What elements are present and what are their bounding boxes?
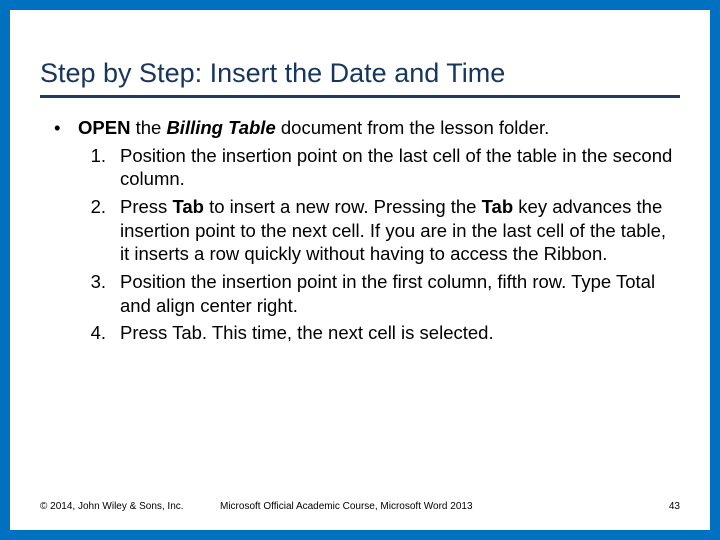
step2-mid: to insert a new row. Pressing the xyxy=(204,196,482,217)
bullet-icon: • xyxy=(54,116,78,140)
slide-footer: © 2014, John Wiley & Sons, Inc. Microsof… xyxy=(40,496,680,512)
footer-page-number: 43 xyxy=(640,501,680,512)
intro-open: OPEN xyxy=(78,117,130,138)
step-number: 4. xyxy=(80,321,120,345)
step-text: Press Tab. This time, the next cell is s… xyxy=(120,321,680,345)
intro-post: document from the lesson folder. xyxy=(276,117,550,138)
list-item: 1. Position the insertion point on the l… xyxy=(40,144,680,191)
list-item: 4. Press Tab. This time, the next cell i… xyxy=(40,321,680,345)
footer-course: Microsoft Official Academic Course, Micr… xyxy=(220,501,640,512)
list-item: 3. Position the insertion point in the f… xyxy=(40,270,680,317)
footer-copyright: © 2014, John Wiley & Sons, Inc. xyxy=(40,501,220,512)
slide: Step by Step: Insert the Date and Time •… xyxy=(10,10,710,530)
intro-mid: the xyxy=(130,117,166,138)
step-text: Position the insertion point in the firs… xyxy=(120,270,680,317)
step-number: 2. xyxy=(80,195,120,266)
step-text: Position the insertion point on the last… xyxy=(120,144,680,191)
slide-body: • OPEN the Billing Table document from t… xyxy=(40,116,680,496)
slide-title: Step by Step: Insert the Date and Time xyxy=(40,58,680,98)
intro-bullet: • OPEN the Billing Table document from t… xyxy=(40,116,680,140)
intro-doc: Billing Table xyxy=(166,117,275,138)
step2-pre: Press xyxy=(120,196,172,217)
step-number: 3. xyxy=(80,270,120,317)
step2-tab1: Tab xyxy=(172,196,204,217)
step-number: 1. xyxy=(80,144,120,191)
intro-text: OPEN the Billing Table document from the… xyxy=(78,116,680,140)
list-item: 2. Press Tab to insert a new row. Pressi… xyxy=(40,195,680,266)
step-text: Press Tab to insert a new row. Pressing … xyxy=(120,195,680,266)
step2-tab2: Tab xyxy=(482,196,514,217)
